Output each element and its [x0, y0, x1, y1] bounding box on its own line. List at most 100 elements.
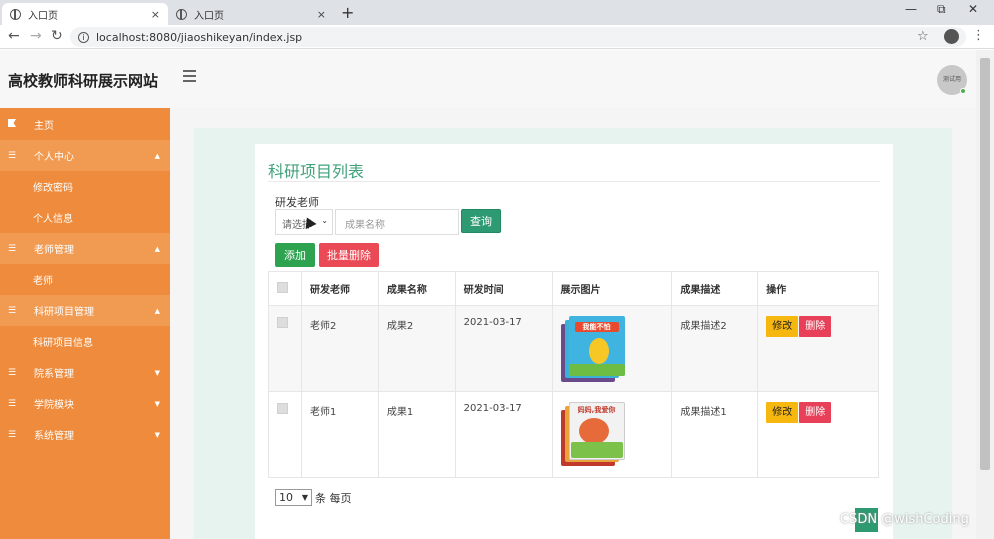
table-row: 老师2 成果2 2021-03-17 我能不怕 成果描述2 修改 删除: [268, 305, 879, 392]
hamburger-menu-icon[interactable]: [183, 70, 196, 85]
chevron-down-icon: ⌄: [321, 216, 328, 225]
sidebar-item-label: 学院模块: [34, 400, 74, 411]
list-icon: ☰: [8, 398, 17, 409]
browser-tab-active[interactable]: 入口页 ×: [2, 3, 168, 25]
description-cell: 成果描述2: [671, 305, 759, 392]
sidebar-item-teacher[interactable]: 老师: [0, 264, 170, 295]
caret-down-icon: ▼: [154, 430, 160, 439]
teacher-cell: 老师1: [300, 391, 379, 478]
actions-cell: 修改 删除: [757, 391, 879, 478]
select-all-checkbox[interactable]: [277, 281, 288, 293]
sidebar-item-label: 修改密码: [33, 183, 73, 194]
reload-icon[interactable]: ↻: [51, 28, 63, 44]
avatar-text: 测试用: [942, 76, 961, 83]
page-size-label: 条 每页: [315, 492, 352, 505]
sidebar-item-label: 老师: [33, 276, 53, 287]
caret-down-icon: ▼: [154, 399, 160, 408]
research-table: 研发老师 成果名称 研发时间 展示图片 成果描述 操作 老师2 成果2 2021…: [268, 271, 879, 478]
url-field[interactable]: i localhost:8080/jiaoshikeyan/index.jsp: [70, 27, 966, 47]
page-scrollbar[interactable]: [976, 50, 994, 539]
forward-arrow-icon[interactable]: →: [30, 28, 42, 44]
teacher-filter-label: 研发老师: [275, 196, 319, 209]
window-close-button[interactable]: ✕: [968, 2, 978, 16]
sidebar-item-teacher-management[interactable]: ☰ 老师管理 ▲: [0, 233, 170, 264]
sidebar-item-label: 科研项目信息: [33, 338, 93, 349]
caret-up-icon: ▲: [154, 306, 160, 315]
sidebar-item-research-management[interactable]: ☰ 科研项目管理 ▲: [0, 295, 170, 326]
more-menu-icon[interactable]: ⋮: [972, 28, 985, 43]
batch-delete-button[interactable]: 批量删除: [319, 243, 379, 267]
caret-up-icon: ▲: [154, 244, 160, 253]
book-title-text: 妈妈,我爱你: [577, 406, 616, 414]
list-icon: ☰: [8, 367, 17, 378]
search-button[interactable]: 查询: [461, 209, 501, 233]
row-checkbox[interactable]: [277, 317, 288, 328]
tab-close-icon[interactable]: ×: [317, 8, 326, 21]
sidebar-item-label: 个人中心: [34, 152, 74, 163]
sidebar-item-label: 院系管理: [34, 369, 74, 380]
watermark: CSDN @wishCoding: [840, 512, 969, 527]
research-list-card: 科研项目列表 研发老师 请选择 ⌄ 成果名称 查询 添加 批量删除 研发老师 成…: [255, 144, 893, 539]
column-header: 展示图片: [551, 271, 673, 306]
app-header: 高校教师科研展示网站 测试用: [0, 50, 976, 108]
edit-button[interactable]: 修改: [766, 316, 799, 337]
back-arrow-icon[interactable]: ←: [8, 28, 20, 44]
chevron-down-icon: ▼: [301, 493, 308, 502]
browser-address-bar: ← → ↻ i localhost:8080/jiaoshikeyan/inde…: [0, 25, 994, 49]
delete-button[interactable]: 删除: [799, 402, 832, 423]
flag-icon: [8, 119, 18, 130]
account-icon[interactable]: [944, 29, 959, 44]
globe-icon: [176, 8, 187, 20]
sidebar-item-research-info[interactable]: 科研项目信息: [0, 326, 170, 357]
caret-down-icon: ▼: [154, 368, 160, 377]
list-icon: ☰: [8, 243, 17, 254]
scrollbar-thumb[interactable]: [980, 58, 990, 470]
row-select-cell: [268, 305, 302, 392]
delete-button[interactable]: 删除: [799, 316, 832, 337]
actions-cell: 修改 删除: [757, 305, 879, 392]
book-title-text: 我能不怕: [574, 322, 619, 332]
tab-close-icon[interactable]: ×: [151, 8, 160, 21]
sidebar-item-label: 个人信息: [33, 214, 73, 225]
achievement-name-cell: 成果1: [377, 391, 456, 478]
info-icon[interactable]: i: [78, 31, 89, 43]
list-icon: ☰: [8, 150, 17, 161]
book-cover-image: 我能不怕: [560, 316, 625, 384]
title-divider: [268, 181, 880, 182]
avatar[interactable]: 测试用: [937, 65, 967, 95]
sidebar-item-label: 系统管理: [34, 431, 74, 442]
bookmark-star-icon[interactable]: ☆: [917, 29, 929, 44]
image-cell: 妈妈,我爱你: [551, 391, 673, 478]
minimize-button[interactable]: —: [905, 2, 917, 16]
sidebar-item-department-management[interactable]: ☰ 院系管理 ▼: [0, 357, 170, 388]
teacher-cell: 老师2: [300, 305, 379, 392]
tab-title: 入口页: [194, 10, 224, 22]
table-header-row: 研发老师 成果名称 研发时间 展示图片 成果描述 操作: [268, 271, 879, 306]
browser-tab-inactive[interactable]: 入口页 ×: [168, 3, 334, 25]
caret-up-icon: ▲: [154, 151, 160, 160]
globe-icon: [10, 8, 21, 20]
add-button[interactable]: 添加: [275, 243, 315, 267]
row-checkbox[interactable]: [277, 403, 288, 414]
page-title: 科研项目列表: [268, 162, 365, 181]
achievement-name-input[interactable]: 成果名称: [335, 209, 459, 235]
restore-button[interactable]: ⧉: [937, 2, 946, 17]
sidebar-item-personal-info[interactable]: 个人信息: [0, 202, 170, 233]
sidebar-item-home[interactable]: 主页: [0, 109, 170, 140]
sidebar-item-system-management[interactable]: ☰ 系统管理 ▼: [0, 419, 170, 450]
date-cell: 2021-03-17: [454, 305, 553, 392]
sidebar-item-college-module[interactable]: ☰ 学院模块 ▼: [0, 388, 170, 419]
image-cell: 我能不怕: [551, 305, 673, 392]
sidebar: 主页 ☰ 个人中心 ▲ 修改密码 个人信息 ☰ 老师管理 ▲ 老师 ☰ 科研项目…: [0, 108, 170, 539]
table-row: 老师1 成果1 2021-03-17 妈妈,我爱你 成果描述1 修改 删除: [268, 391, 879, 478]
sidebar-item-change-password[interactable]: 修改密码: [0, 171, 170, 202]
sidebar-item-personal-center[interactable]: ☰ 个人中心 ▲: [0, 140, 170, 171]
select-all-cell: [268, 271, 302, 306]
page-size-select[interactable]: 10 ▼: [275, 489, 312, 506]
sidebar-item-label: 科研项目管理: [34, 307, 94, 318]
new-tab-button[interactable]: +: [341, 3, 354, 22]
online-status-dot: [960, 88, 966, 94]
edit-button[interactable]: 修改: [766, 402, 799, 423]
list-icon: ☰: [8, 305, 17, 316]
row-select-cell: [268, 391, 302, 478]
